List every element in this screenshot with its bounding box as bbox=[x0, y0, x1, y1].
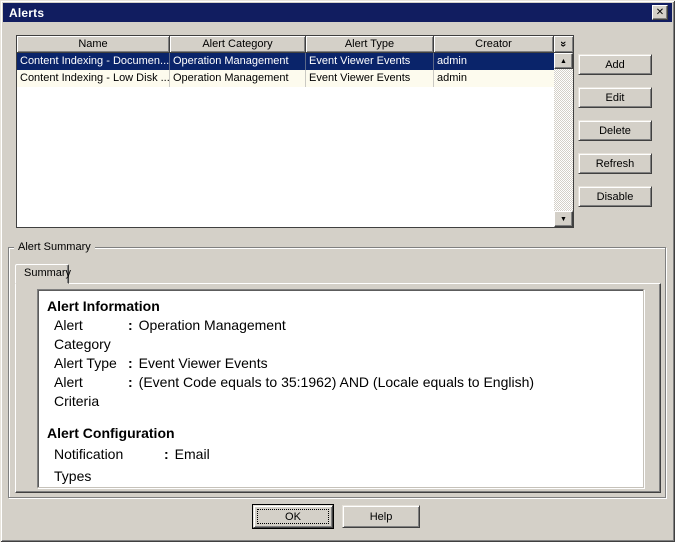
scroll-down-button[interactable]: ▼ bbox=[554, 211, 573, 227]
close-button[interactable]: ✕ bbox=[652, 5, 668, 20]
summary-label: Alert Type bbox=[54, 354, 128, 373]
cell-alert-type: Event Viewer Events bbox=[306, 53, 434, 70]
summary-row: Alert Category:Operation Management bbox=[54, 316, 633, 354]
tab-summary[interactable]: Summary bbox=[15, 264, 69, 284]
table-row[interactable]: Content Indexing - Documen... Operation … bbox=[17, 53, 554, 70]
close-icon: ✕ bbox=[656, 7, 664, 18]
section-title: Alert Information bbox=[47, 297, 633, 316]
summary-colon: : bbox=[128, 373, 133, 411]
column-header-alert-type[interactable]: Alert Type bbox=[306, 36, 434, 53]
triangle-down-icon: ▼ bbox=[560, 216, 567, 223]
summary-label: Notification Types bbox=[54, 443, 164, 487]
cell-alert-category: Operation Management bbox=[170, 53, 306, 70]
column-header-name[interactable]: Name bbox=[17, 36, 170, 53]
table-body: Content Indexing - Documen... Operation … bbox=[17, 53, 573, 227]
summary-value: (Event Code equals to 35:1962) AND (Loca… bbox=[139, 373, 534, 411]
summary-colon: : bbox=[164, 443, 169, 487]
summary-value: Email bbox=[175, 443, 210, 487]
ok-button[interactable]: OK bbox=[253, 505, 333, 528]
section-title: Alert Configuration bbox=[47, 424, 633, 443]
alert-summary-panel: Alert Information Alert Category:Operati… bbox=[37, 289, 644, 488]
table-header: Name Alert Category Alert Type Creator » bbox=[17, 36, 573, 53]
summary-value: Operation Management bbox=[139, 316, 286, 354]
alerts-table: Name Alert Category Alert Type Creator »… bbox=[16, 35, 574, 228]
summary-colon: : bbox=[128, 316, 133, 354]
summary-row: Alert Type: Event Viewer Events bbox=[54, 354, 633, 373]
scroll-up-button[interactable]: ▲ bbox=[554, 53, 573, 69]
double-chevron-down-icon: » bbox=[557, 41, 571, 47]
summary-row: Alert Criteria:(Event Code equals to 35:… bbox=[54, 373, 633, 411]
cell-name: Content Indexing - Low Disk ... bbox=[17, 70, 170, 87]
summary-label: Reporting Criteria bbox=[54, 487, 164, 488]
summary-value: Event Viewer Events bbox=[139, 354, 268, 373]
cell-creator: admin bbox=[434, 53, 554, 70]
disable-button[interactable]: Disable bbox=[578, 186, 652, 207]
column-chooser-button[interactable]: » bbox=[554, 36, 573, 53]
summary-label: Alert Criteria bbox=[54, 373, 128, 411]
refresh-button[interactable]: Refresh bbox=[578, 153, 652, 174]
cell-name: Content Indexing - Documen... bbox=[17, 53, 170, 70]
summary-value: Immediate Notification bbox=[175, 487, 314, 488]
alert-configuration-section: Alert Configuration Notification Types: E… bbox=[47, 424, 633, 488]
help-button[interactable]: Help bbox=[342, 505, 420, 528]
vertical-scrollbar[interactable]: ▲ ▼ bbox=[554, 53, 573, 227]
alert-information-section: Alert Information Alert Category:Operati… bbox=[47, 297, 633, 411]
window-title: Alerts bbox=[9, 6, 44, 20]
summary-row: Notification Types: Email bbox=[54, 443, 633, 487]
summary-label: Alert Category bbox=[54, 316, 128, 354]
table-row[interactable]: Content Indexing - Low Disk ... Operatio… bbox=[17, 70, 554, 87]
add-button[interactable]: Add bbox=[578, 54, 652, 75]
alert-summary-group-label: Alert Summary bbox=[14, 241, 95, 253]
alerts-dialog: Alerts ✕ Name Alert Category Alert Type … bbox=[0, 0, 675, 542]
edit-button[interactable]: Edit bbox=[578, 87, 652, 108]
delete-button[interactable]: Delete bbox=[578, 120, 652, 141]
summary-row: Reporting Criteria: Immediate Notificatio… bbox=[54, 487, 633, 488]
cell-alert-category: Operation Management bbox=[170, 70, 306, 87]
column-header-creator[interactable]: Creator bbox=[434, 36, 554, 53]
titlebar[interactable]: Alerts ✕ bbox=[3, 3, 672, 22]
summary-colon: : bbox=[164, 487, 169, 488]
summary-colon: : bbox=[128, 354, 133, 373]
cell-alert-type: Event Viewer Events bbox=[306, 70, 434, 87]
triangle-up-icon: ▲ bbox=[560, 58, 567, 65]
cell-creator: admin bbox=[434, 70, 554, 87]
column-header-alert-category[interactable]: Alert Category bbox=[170, 36, 306, 53]
